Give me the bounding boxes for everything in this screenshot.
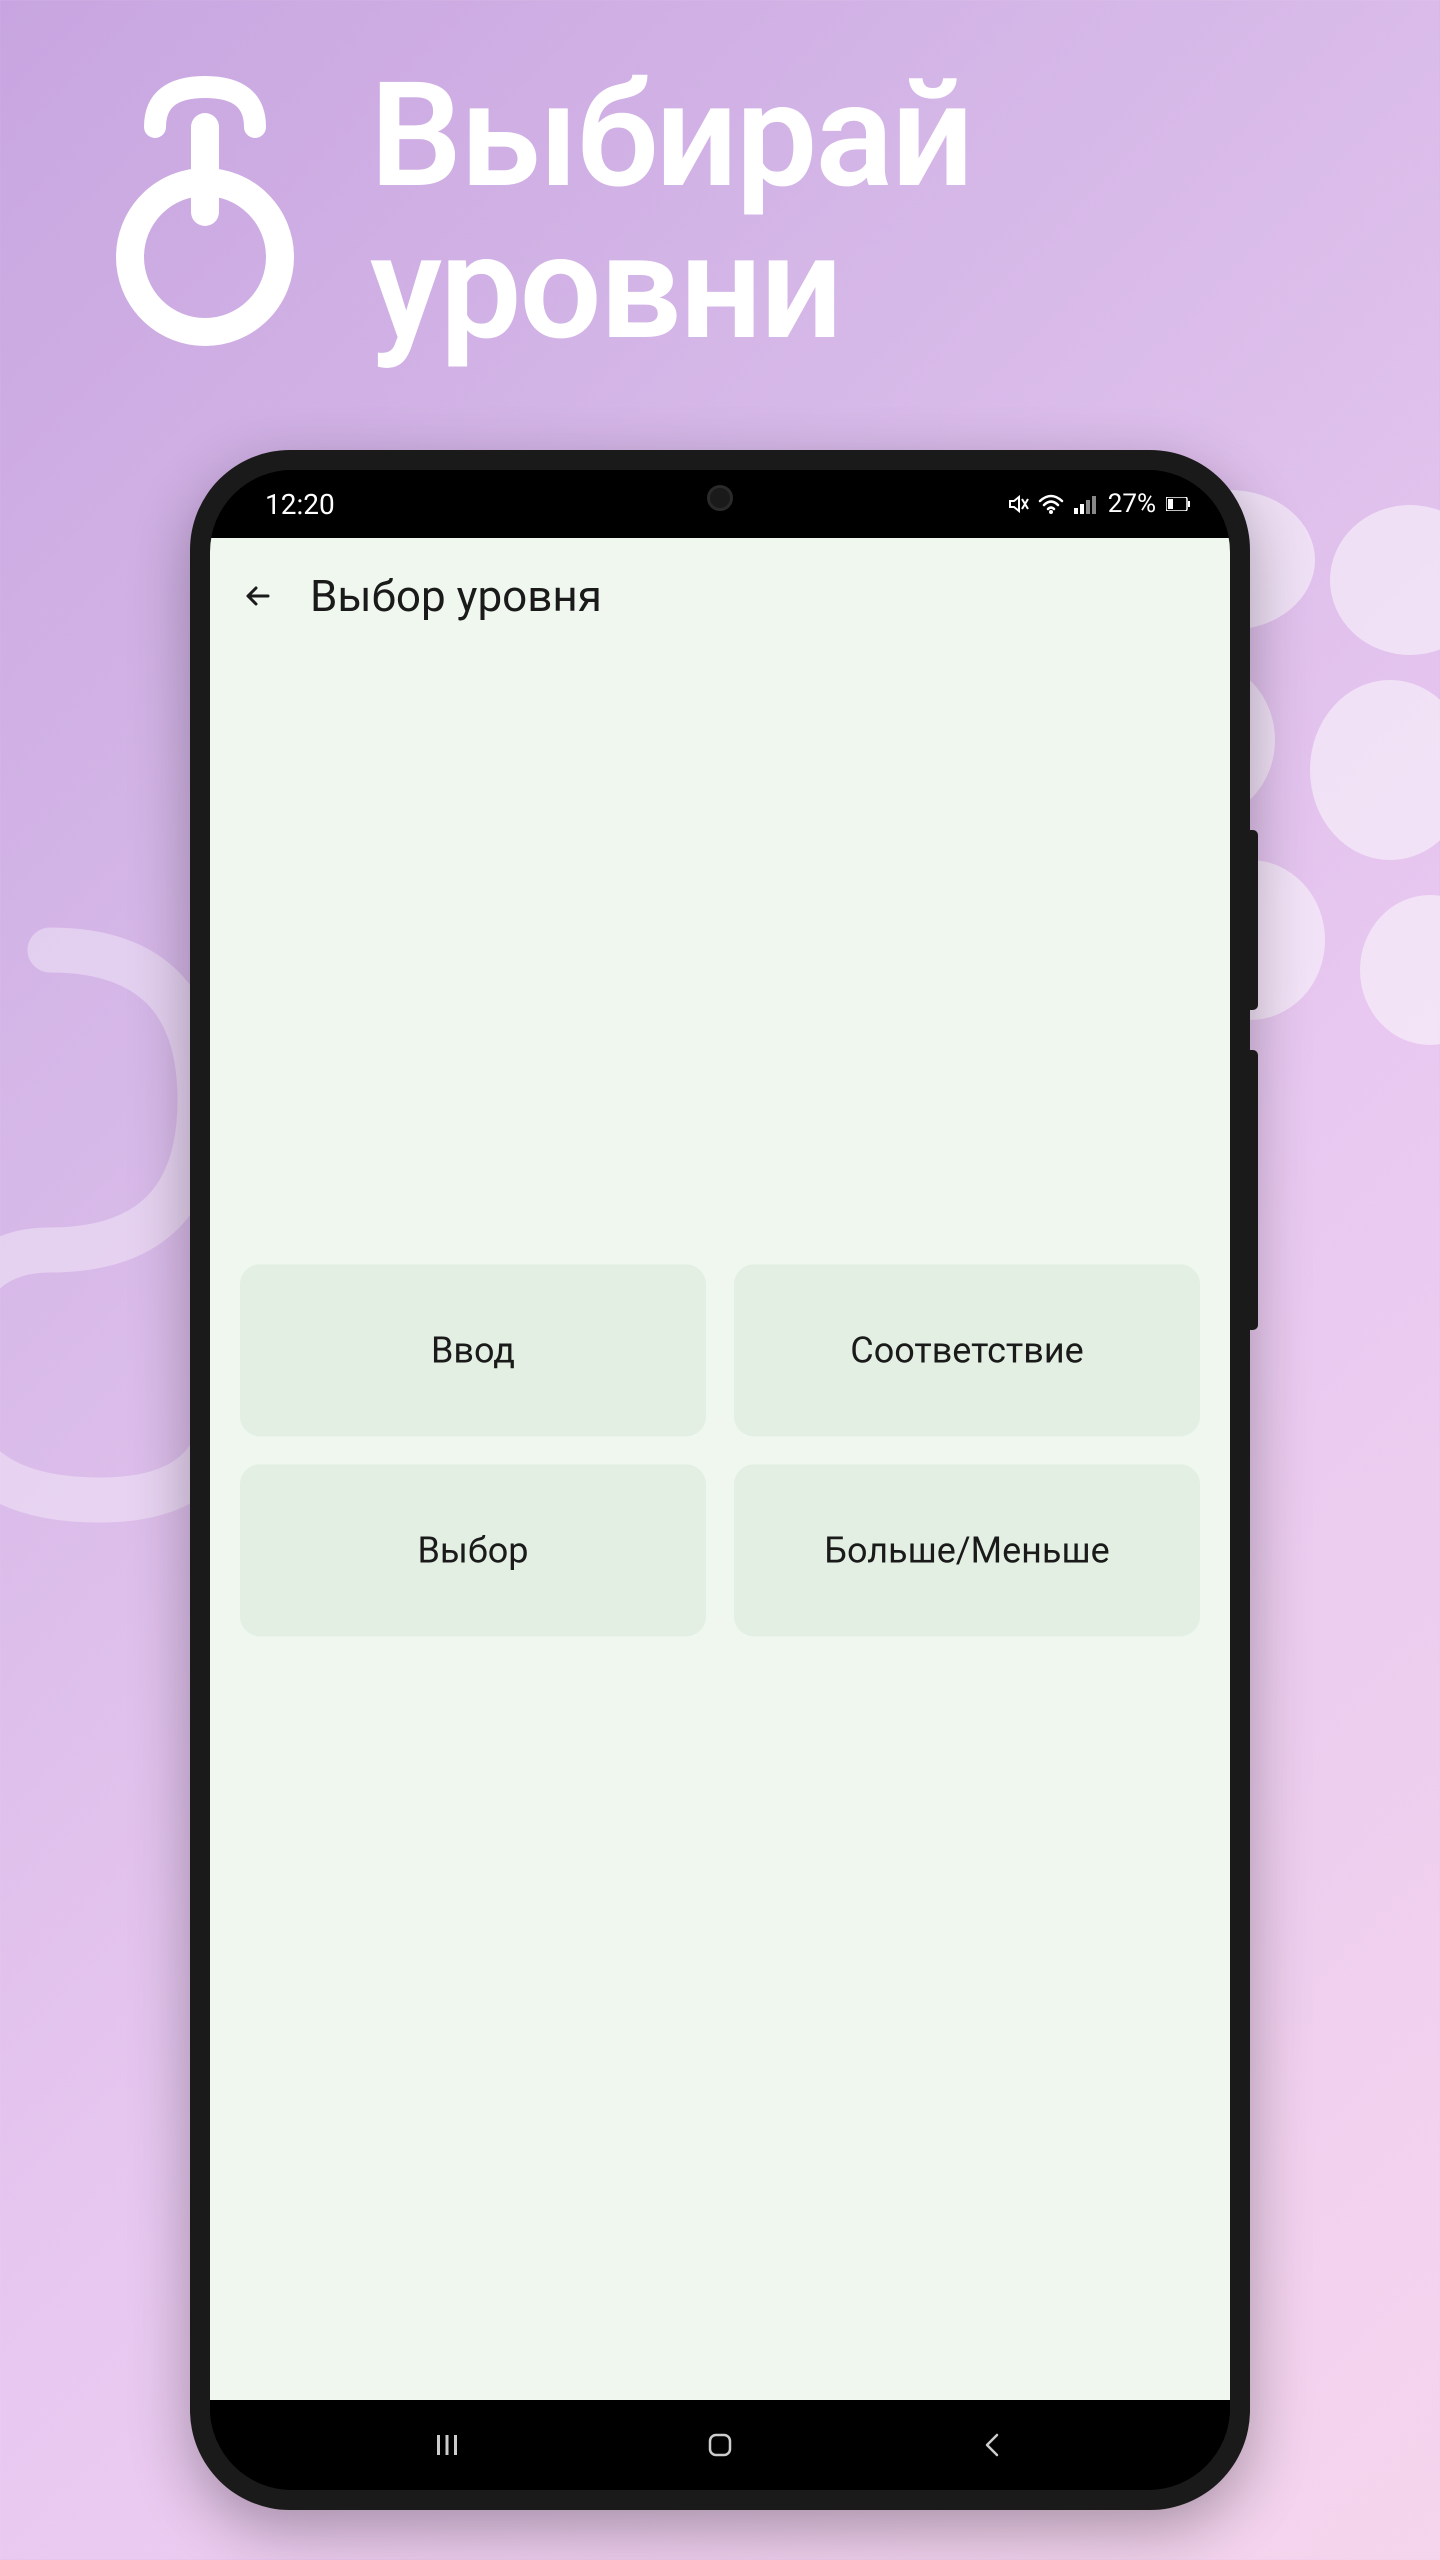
level-card-compare[interactable]: Больше/Меньше (734, 1464, 1200, 1636)
app-header: Выбор уровня (210, 538, 1230, 654)
home-icon (704, 2429, 736, 2461)
recents-icon (431, 2429, 463, 2461)
battery-icon (1166, 497, 1190, 511)
arrow-left-icon (240, 578, 276, 614)
promo-header: Выбирай уровни (0, 0, 1440, 395)
nav-home-button[interactable] (695, 2420, 745, 2470)
promo-title: Выбирай уровни (370, 60, 972, 365)
phone-camera (707, 485, 733, 511)
level-card-choice[interactable]: Выбор (240, 1464, 706, 1636)
tap-gesture-icon (100, 72, 320, 352)
phone-power-button (1248, 1050, 1258, 1330)
signal-icon (1072, 492, 1098, 516)
screen-title: Выбор уровня (310, 570, 602, 622)
status-time: 12:20 (250, 488, 335, 521)
battery-percentage: 27% (1108, 489, 1156, 519)
nav-back-button[interactable] (968, 2420, 1018, 2470)
app-screen: Выбор уровня Ввод Соответствие Выбор Бол… (210, 538, 1230, 2400)
nav-recents-button[interactable] (422, 2420, 472, 2470)
phone-mockup: 12:20 27% (190, 450, 1250, 2510)
level-card-input[interactable]: Ввод (240, 1264, 706, 1436)
status-icons (1006, 492, 1098, 516)
android-nav-bar (210, 2400, 1230, 2490)
level-grid: Ввод Соответствие Выбор Больше/Меньше (240, 1264, 1200, 1636)
level-card-match[interactable]: Соответствие (734, 1264, 1200, 1436)
wifi-icon (1038, 492, 1064, 516)
nav-back-icon (977, 2429, 1009, 2461)
mute-icon (1006, 492, 1030, 516)
back-button[interactable] (238, 576, 278, 616)
phone-notch (580, 470, 860, 525)
phone-volume-button (1248, 830, 1258, 1010)
